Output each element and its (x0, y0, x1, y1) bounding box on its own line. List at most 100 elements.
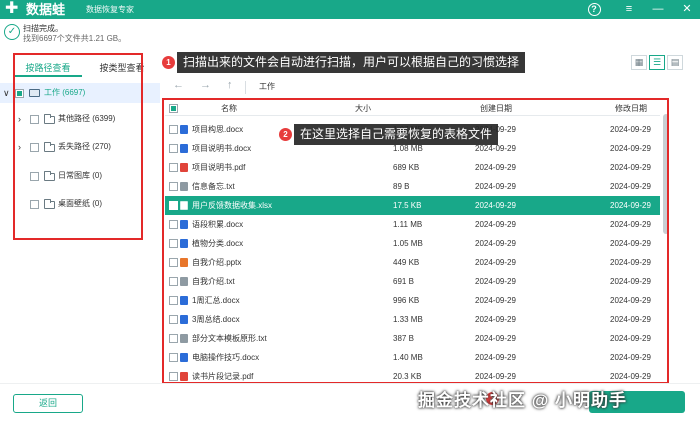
row-checkbox[interactable] (169, 277, 178, 286)
help-icon: ? (587, 3, 601, 16)
row-checkbox[interactable] (169, 315, 178, 324)
table-row[interactable]: 信息备忘.txt 89 B 2024-09-29 2024-09-29 (165, 177, 660, 196)
drive-icon (29, 89, 40, 97)
row-checkbox[interactable] (169, 353, 178, 362)
column-created[interactable]: 创建日期 (480, 103, 512, 114)
modified-date: 2024-09-29 (610, 182, 651, 191)
tree-checkbox[interactable] (30, 200, 39, 209)
file-size: 449 KB (393, 258, 420, 267)
scrollbar-thumb[interactable] (663, 114, 669, 234)
forward-arrow-icon[interactable]: → (200, 79, 211, 91)
check-icon: ✓ (4, 24, 20, 40)
row-checkbox[interactable] (169, 125, 178, 134)
file-size: 996 KB (393, 296, 420, 305)
row-checkbox[interactable] (169, 296, 178, 305)
chevron-right-icon[interactable]: › (18, 109, 21, 129)
file-size: 689 KB (393, 163, 420, 172)
folder-icon (44, 199, 55, 209)
modified-date: 2024-09-29 (610, 163, 651, 172)
row-checkbox[interactable] (169, 220, 178, 229)
select-all-checkbox[interactable] (169, 104, 178, 113)
tree-item-daily-gallery[interactable]: 日常图库 (0) (0, 166, 160, 186)
file-name: 电脑操作技巧.docx (192, 353, 260, 362)
txt-file-icon (180, 334, 188, 343)
table-row[interactable]: 语段积累.docx 1.11 MB 2024-09-29 2024-09-29 (165, 215, 660, 234)
help-button[interactable]: ? (585, 1, 603, 18)
up-arrow-icon[interactable]: ↑ (227, 79, 233, 91)
divider (245, 81, 246, 94)
list-icon: ☰ (652, 57, 662, 67)
grid-icon: ▦ (634, 57, 644, 67)
column-size[interactable]: 大小 (355, 103, 371, 114)
scrollbar[interactable] (662, 100, 670, 382)
row-checkbox[interactable] (169, 239, 178, 248)
row-checkbox[interactable] (169, 258, 178, 267)
table-row[interactable]: 项目说明书.pdf 689 KB 2024-09-29 2024-09-29 (165, 158, 660, 177)
watermark: 掘金技术社区 @ 小明助手 (418, 391, 628, 410)
list-view-toggle[interactable]: ☰ (649, 55, 665, 70)
docx-file-icon (180, 353, 188, 362)
tree-item-desktop-wallpaper[interactable]: 桌面壁纸 (0) (0, 194, 160, 214)
file-name: 自我介绍.pptx (192, 258, 242, 267)
menu-button[interactable]: ≡ (620, 1, 638, 18)
table-row[interactable]: 1周汇总.docx 996 KB 2024-09-29 2024-09-29 (165, 291, 660, 310)
column-name[interactable]: 名称 (221, 103, 237, 114)
table-row[interactable]: 用户反馈数据收集.xlsx 17.5 KB 2024-09-29 2024-09-29 (165, 196, 660, 215)
annotation-number: 2 (279, 128, 292, 141)
row-checkbox[interactable] (169, 182, 178, 191)
table-row[interactable]: 自我介绍.txt 691 B 2024-09-29 2024-09-29 (165, 272, 660, 291)
logo-icon: ✚ (5, 0, 19, 17)
file-size: 1.40 MB (393, 353, 423, 362)
scan-status: ✓ 扫描完成。 找到6697个文件共1.21 GB。 (0, 19, 700, 46)
tree-checkbox[interactable] (30, 172, 39, 181)
created-date: 2024-09-29 (475, 258, 516, 267)
tab-by-type[interactable]: 按类型查看 (88, 59, 156, 77)
file-size: 387 B (393, 334, 414, 343)
title-bar: ✚ 数据蛙 数据恢复专家 ? ≡ — ✕ (0, 0, 700, 19)
column-modified[interactable]: 修改日期 (615, 103, 647, 114)
table-row[interactable]: 部分文本模板原形.txt 387 B 2024-09-29 2024-09-29 (165, 329, 660, 348)
tree-item-work[interactable]: ∨ 工作 (6697) (0, 83, 160, 103)
row-checkbox[interactable] (169, 201, 178, 210)
file-name: 项目说明书.pdf (192, 163, 246, 172)
back-arrow-icon[interactable]: ← (173, 79, 184, 91)
modified-date: 2024-09-29 (610, 144, 651, 153)
tree-checkbox[interactable] (30, 115, 39, 124)
minimize-button[interactable]: — (649, 1, 667, 18)
row-checkbox[interactable] (169, 334, 178, 343)
file-name: 1周汇总.docx (192, 296, 240, 305)
tree-checkbox[interactable] (15, 89, 24, 98)
pdf-file-icon (180, 163, 188, 172)
status-detail: 找到6697个文件共1.21 GB。 (23, 34, 127, 43)
file-name: 信息备忘.txt (192, 182, 235, 191)
tree-item-lost-paths[interactable]: › 丢失路径 (270) (0, 137, 160, 157)
grid-view-toggle[interactable]: ▦ (631, 55, 647, 70)
tree-item-label: 日常图库 (0) (58, 171, 102, 180)
detail-view-toggle[interactable]: ▤ (667, 55, 683, 70)
chevron-right-icon[interactable]: › (18, 137, 21, 157)
created-date: 2024-09-29 (475, 353, 516, 362)
sidebar: 按路径查看 按类型查看 ∨ 工作 (6697) › 其他路径 (6399) › … (0, 46, 160, 381)
tree-item-other-paths[interactable]: › 其他路径 (6399) (0, 109, 160, 129)
row-checkbox[interactable] (169, 372, 178, 381)
row-checkbox[interactable] (169, 163, 178, 172)
file-name: 用户反馈数据收集.xlsx (192, 201, 272, 210)
table-row[interactable]: 植物分类.docx 1.05 MB 2024-09-29 2024-09-29 (165, 234, 660, 253)
tree-checkbox[interactable] (30, 143, 39, 152)
breadcrumb[interactable]: 工作 (259, 81, 275, 92)
tab-by-path[interactable]: 按路径查看 (14, 59, 82, 77)
txt-file-icon (180, 182, 188, 191)
table-row[interactable]: 3周总结.docx 1.33 MB 2024-09-29 2024-09-29 (165, 310, 660, 329)
file-size: 89 B (393, 182, 410, 191)
table-row[interactable]: 自我介绍.pptx 449 KB 2024-09-29 2024-09-29 (165, 253, 660, 272)
modified-date: 2024-09-29 (610, 239, 651, 248)
row-checkbox[interactable] (169, 144, 178, 153)
chevron-down-icon[interactable]: ∨ (3, 83, 10, 103)
table-row[interactable]: 电脑操作技巧.docx 1.40 MB 2024-09-29 2024-09-29 (165, 348, 660, 367)
close-button[interactable]: ✕ (678, 1, 696, 18)
back-button[interactable]: 返回 (13, 394, 83, 413)
file-name: 植物分类.docx (192, 239, 244, 248)
file-name: 项目说明书.docx (192, 144, 252, 153)
file-size: 1.33 MB (393, 315, 423, 324)
modified-date: 2024-09-29 (610, 277, 651, 286)
